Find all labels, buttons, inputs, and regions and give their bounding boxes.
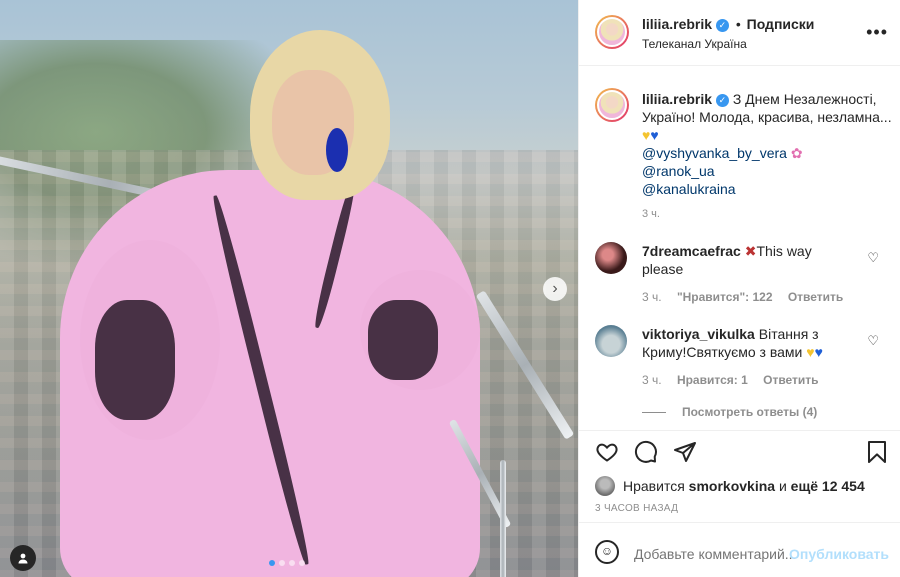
comment-time[interactable]: 3 ч. <box>642 290 662 304</box>
comment-meta: 3 ч. Нравится: 1 Ответить <box>642 373 819 387</box>
add-comment-bar: ☺ Опубликовать <box>579 522 900 577</box>
emoji-icon[interactable]: ☺ <box>595 540 619 564</box>
header-separator: • <box>735 16 741 32</box>
carousel-next-button[interactable]: › <box>543 277 567 301</box>
view-replies-button[interactable]: Посмотреть ответы (4) <box>642 405 817 419</box>
user-icon <box>18 553 28 564</box>
heart-icon[interactable] <box>595 440 619 464</box>
blue-heart-icon: ♥ <box>814 344 823 360</box>
caption-text: liliia.rebrik ✓ З Днем Незалежності, Укр… <box>642 90 894 198</box>
yellow-heart-icon: ♥ <box>806 344 815 360</box>
comment-text: 7dreamcaefrac ✖This way please <box>642 242 852 278</box>
mention-link[interactable]: @vyshyvanka_by_vera <box>642 145 787 161</box>
likes-prefix: Нравится <box>623 478 685 494</box>
comment-likes[interactable]: Нравится: 1 <box>677 373 748 387</box>
author-avatar[interactable] <box>595 15 629 49</box>
photo-railing <box>500 460 506 577</box>
comment-reply-button[interactable]: Ответить <box>763 373 818 387</box>
post-location[interactable]: Телеканал Україна <box>642 37 747 51</box>
flower-icon: ✿ <box>790 145 803 161</box>
more-options-icon[interactable]: ••• <box>866 22 888 43</box>
post-photo[interactable]: › <box>0 0 578 577</box>
blue-heart-icon: ♥ <box>650 127 659 143</box>
comment-reply-button[interactable]: Ответить <box>788 290 843 304</box>
caption-time[interactable]: 3 ч. <box>642 208 660 220</box>
mention-link[interactable]: @ranok_ua <box>642 163 715 179</box>
comment-like-icon[interactable]: ♡ <box>867 250 879 266</box>
carousel-dots <box>269 560 305 566</box>
likes-summary: Нравится smorkovkina и ещё 12 454 <box>595 476 865 496</box>
photo-embroidery <box>368 300 438 380</box>
tagged-users-button[interactable] <box>10 545 36 571</box>
carousel-dot <box>299 560 305 566</box>
comment-input[interactable] <box>634 546 799 562</box>
liker-avatar[interactable] <box>595 476 615 496</box>
post-header: liliia.rebrik ✓ • Подписки Телеканал Укр… <box>579 0 900 66</box>
verified-badge-icon: ✓ <box>715 94 729 107</box>
comment-meta: 3 ч. "Нравится": 122 Ответить <box>642 290 843 304</box>
replies-divider <box>642 411 666 413</box>
publish-button[interactable]: Опубликовать <box>789 546 889 562</box>
post-timestamp[interactable]: 3 ЧАСОВ НАЗАД <box>595 503 678 514</box>
commenter-username[interactable]: viktoriya_vikulka <box>642 326 755 342</box>
liker-username[interactable]: smorkovkina <box>689 478 775 494</box>
cross-mark-icon: ✖ <box>744 243 757 259</box>
post-sidebar: liliia.rebrik ✓ • Подписки Телеканал Укр… <box>578 0 900 577</box>
carousel-dot-active <box>269 560 275 566</box>
comment-like-icon[interactable]: ♡ <box>867 333 879 349</box>
comment-likes[interactable]: "Нравится": 122 <box>677 290 773 304</box>
comment-text: viktoriya_vikulka Вітання з Криму!Святку… <box>642 325 852 361</box>
carousel-dot <box>289 560 295 566</box>
photo-earring <box>326 128 348 172</box>
carousel-dot <box>279 560 285 566</box>
commenter-avatar[interactable] <box>595 325 627 357</box>
photo-embroidery <box>95 300 175 420</box>
caption-username[interactable]: liliia.rebrik <box>642 91 712 107</box>
author-line: liliia.rebrik ✓ • Подписки <box>642 16 814 32</box>
commenter-username[interactable]: 7dreamcaefrac <box>642 243 741 259</box>
author-username[interactable]: liliia.rebrik <box>642 16 712 32</box>
view-replies-label: Посмотреть ответы (4) <box>682 405 818 419</box>
bookmark-icon[interactable] <box>865 440 889 464</box>
share-icon[interactable] <box>673 440 697 464</box>
caption-avatar[interactable] <box>595 88 629 122</box>
likes-count[interactable]: ещё 12 454 <box>791 478 865 494</box>
comment-icon[interactable] <box>634 440 658 464</box>
following-button[interactable]: Подписки <box>747 16 815 32</box>
comment-time[interactable]: 3 ч. <box>642 373 662 387</box>
mention-link[interactable]: @kanalukraina <box>642 181 736 197</box>
verified-badge-icon: ✓ <box>715 19 729 32</box>
likes-middle: и <box>778 478 787 494</box>
post-actions <box>579 430 900 474</box>
commenter-avatar[interactable] <box>595 242 627 274</box>
